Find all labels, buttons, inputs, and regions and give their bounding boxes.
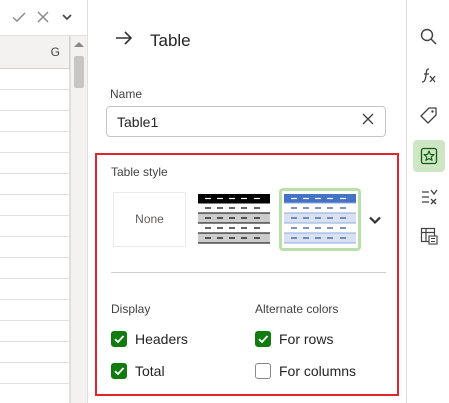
formula-bar — [0, 0, 87, 36]
table-style-none[interactable]: None — [113, 192, 186, 247]
total-checkbox[interactable] — [111, 363, 127, 379]
column-header-g[interactable]: G — [0, 36, 70, 69]
name-field — [106, 106, 386, 137]
chevron-down-icon[interactable] — [367, 212, 383, 228]
table-calc-icon[interactable] — [413, 220, 445, 252]
check-list-icon[interactable] — [413, 181, 445, 213]
table-pane: Table Name Table style None — [88, 0, 407, 403]
right-rail — [408, 0, 449, 403]
table-style-section: Table style None Display Alternate color… — [95, 153, 399, 396]
for-rows-checkbox[interactable] — [255, 331, 271, 347]
for-columns-label: For columns — [279, 363, 357, 379]
clear-icon[interactable] — [359, 112, 377, 130]
for-columns-checkbox[interactable] — [255, 363, 271, 379]
search-icon[interactable] — [413, 21, 445, 53]
for-rows-label: For rows — [279, 331, 334, 347]
scroll-up-arrow-icon[interactable] — [74, 42, 84, 47]
vertical-scrollbar[interactable] — [70, 36, 87, 403]
table-style-label: Table style — [111, 165, 168, 179]
x-icon[interactable] — [34, 9, 52, 27]
table-style-blue-bands-selected[interactable] — [279, 188, 361, 251]
headers-checkbox[interactable] — [111, 331, 127, 347]
tag-icon[interactable] — [413, 99, 445, 131]
total-checkbox-row[interactable]: Total — [111, 363, 201, 381]
for-rows-checkbox-row[interactable]: For rows — [255, 331, 365, 349]
table-name-input[interactable] — [107, 107, 347, 136]
total-label: Total — [135, 363, 165, 379]
chevron-down-icon[interactable] — [58, 9, 76, 27]
spreadsheet-area: G — [0, 0, 88, 403]
pane-title: Table — [150, 31, 191, 50]
function-icon[interactable] — [413, 60, 445, 92]
for-columns-checkbox-row[interactable]: For columns — [255, 363, 375, 381]
display-label: Display — [111, 302, 151, 316]
scrollbar-thumb[interactable] — [74, 56, 84, 88]
alternate-colors-label: Alternate colors — [255, 302, 339, 316]
headers-label: Headers — [135, 331, 188, 347]
headers-checkbox-row[interactable]: Headers — [111, 331, 201, 349]
back-arrow-icon[interactable] — [114, 28, 134, 52]
name-label: Name — [110, 87, 143, 101]
star-icon[interactable] — [413, 140, 445, 172]
cell-grid[interactable] — [0, 69, 70, 403]
divider — [111, 272, 386, 273]
table-style-black-bands[interactable] — [197, 192, 271, 247]
check-icon[interactable] — [10, 9, 28, 27]
